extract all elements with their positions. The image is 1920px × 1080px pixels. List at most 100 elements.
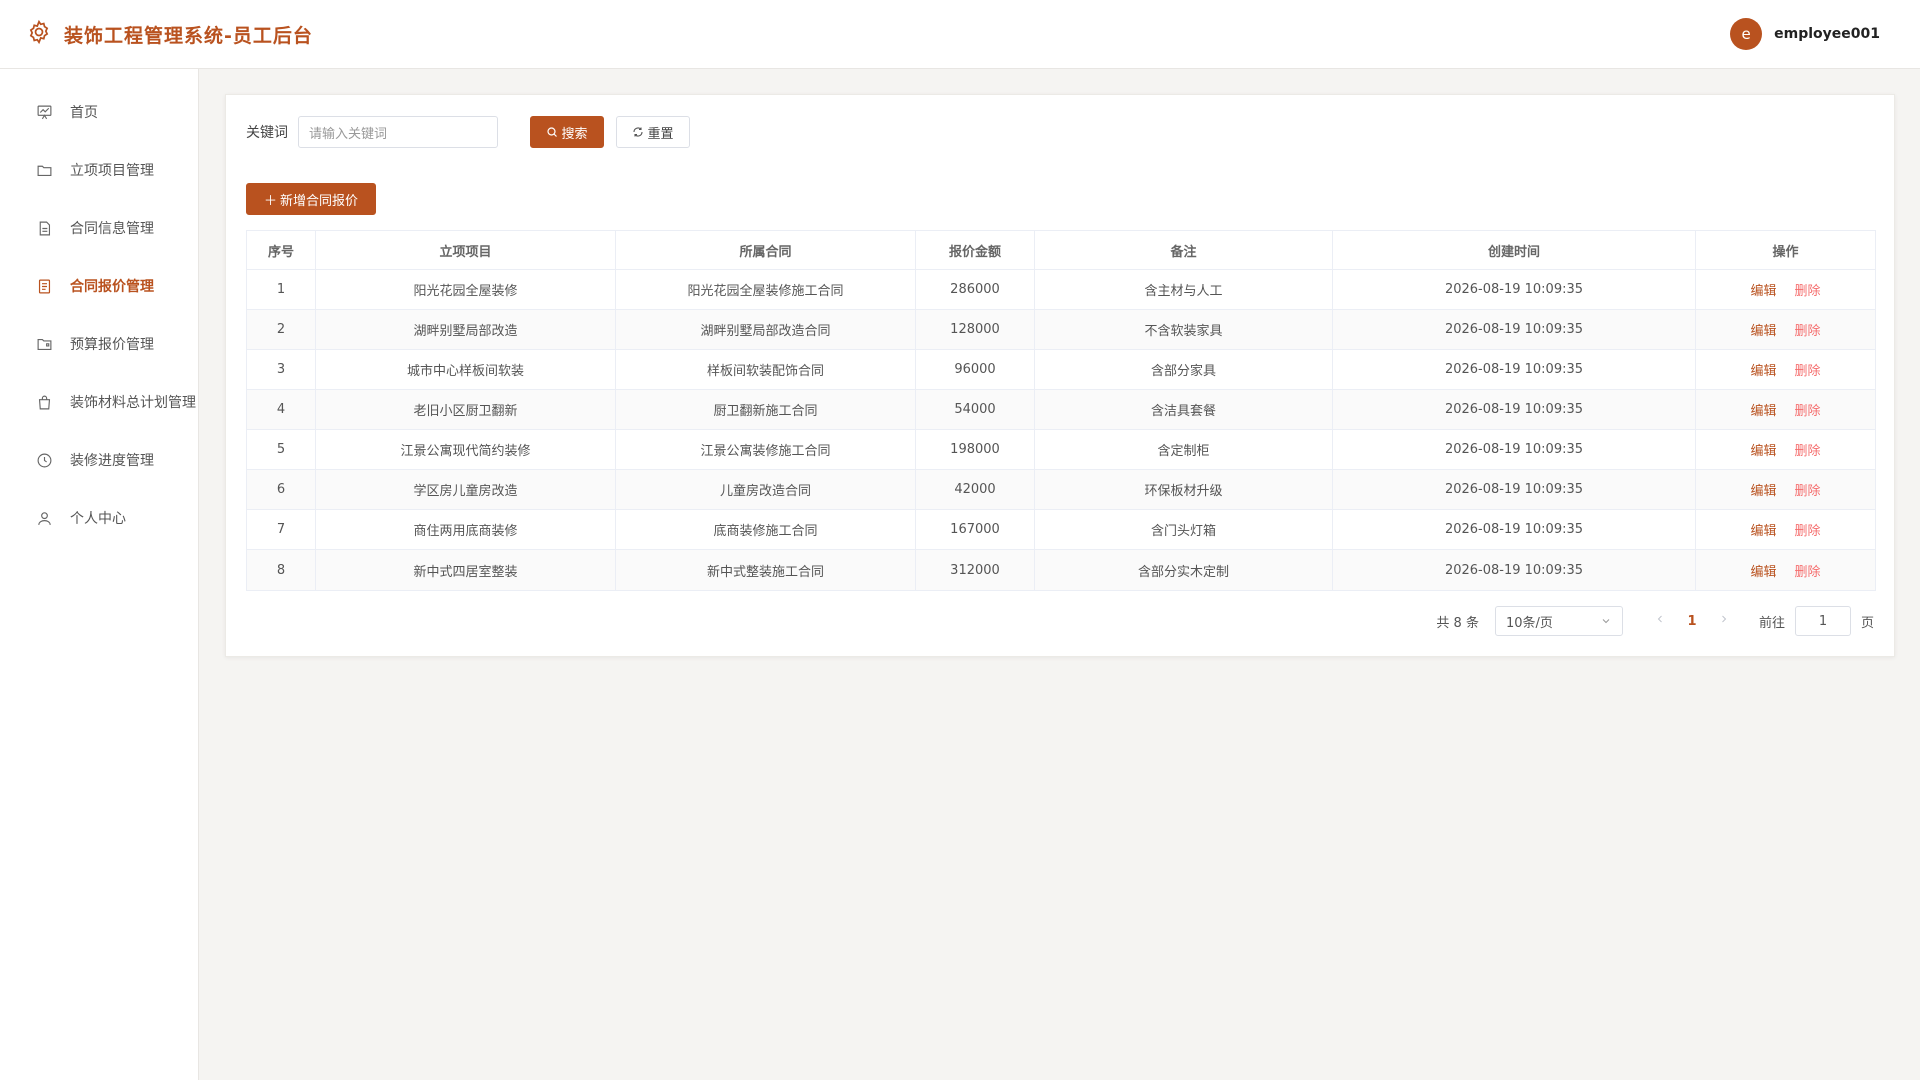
cell-remark: 含洁具套餐 [1035, 390, 1333, 429]
cell-no: 5 [247, 430, 316, 469]
chevron-down-icon [1602, 619, 1610, 624]
add-contract-quote-button[interactable]: ＋ 新增合同报价 [246, 183, 376, 215]
delete-button[interactable]: 删除 [1795, 360, 1821, 379]
chart-board-icon [35, 103, 53, 121]
shopping-bag-icon [35, 393, 53, 411]
cell-amount: 167000 [916, 510, 1035, 549]
edit-button[interactable]: 编辑 [1750, 561, 1776, 580]
cell-project: 湖畔别墅局部改造 [316, 310, 616, 349]
next-page-button[interactable] [1709, 613, 1739, 629]
user-menu[interactable]: e employee001 [1730, 18, 1880, 50]
cell-actions: 编辑 删除 [1696, 550, 1875, 590]
cell-amount: 128000 [916, 310, 1035, 349]
keyword-label: 关键词 [246, 125, 288, 141]
search-icon [547, 127, 558, 137]
user-icon [35, 509, 53, 527]
cell-amount: 96000 [916, 350, 1035, 389]
delete-button[interactable]: 删除 [1795, 320, 1821, 339]
delete-button[interactable]: 删除 [1795, 561, 1821, 580]
cell-project: 阳光花园全屋装修 [316, 270, 616, 309]
reset-button[interactable]: 重置 [616, 116, 690, 148]
sidebar-item-contracts[interactable]: 合同信息管理 [0, 199, 198, 257]
page-size-select[interactable]: 10条/页 [1494, 606, 1623, 636]
cell-contract: 江景公寓装修施工合同 [616, 430, 916, 469]
cell-created: 2026-08-19 10:09:35 [1333, 550, 1696, 590]
sidebar-item-label: 预算报价管理 [70, 337, 154, 353]
folder-icon [35, 161, 53, 179]
sidebar-item-label: 立项项目管理 [70, 163, 154, 179]
cell-no: 2 [247, 310, 316, 349]
cell-amount: 54000 [916, 390, 1035, 429]
document-icon [35, 219, 53, 237]
top-header: 装饰工程管理系统-员工后台 e employee001 [0, 0, 1920, 69]
app-title: 装饰工程管理系统-员工后台 [64, 24, 313, 47]
delete-button[interactable]: 删除 [1795, 520, 1821, 539]
cell-remark: 环保板材升级 [1035, 470, 1333, 509]
sidebar: 首页 立项项目管理 合同信息管理 合同报价管理 预算报价管理 装饰材料总计划管理 [0, 69, 199, 1080]
sidebar-item-budget-quotes[interactable]: 预算报价管理 [0, 315, 198, 373]
folder-open-icon [35, 335, 53, 353]
delete-button[interactable]: 删除 [1795, 440, 1821, 459]
cell-created: 2026-08-19 10:09:35 [1333, 350, 1696, 389]
edit-button[interactable]: 编辑 [1750, 400, 1776, 419]
quotes-table: 序号 立项项目 所属合同 报价金额 备注 创建时间 操作 1 阳光花园全屋装修 … [246, 230, 1876, 591]
cell-remark: 含门头灯箱 [1035, 510, 1333, 549]
cell-project: 城市中心样板间软装 [316, 350, 616, 389]
cell-project: 江景公寓现代简约装修 [316, 430, 616, 469]
cell-contract: 阳光花园全屋装修施工合同 [616, 270, 916, 309]
cell-created: 2026-08-19 10:09:35 [1333, 510, 1696, 549]
edit-button[interactable]: 编辑 [1750, 520, 1776, 539]
cell-contract: 样板间软装配饰合同 [616, 350, 916, 389]
refresh-icon [633, 127, 644, 137]
sidebar-item-label: 首页 [70, 105, 98, 121]
table-row: 7 商住两用底商装修 底商装修施工合同 167000 含门头灯箱 2026-08… [247, 510, 1875, 550]
cell-actions: 编辑 删除 [1696, 270, 1875, 309]
goto-page-input[interactable]: 1 [1794, 606, 1851, 636]
cell-no: 6 [247, 470, 316, 509]
sidebar-item-progress[interactable]: 装修进度管理 [0, 431, 198, 489]
edit-button[interactable]: 编辑 [1750, 320, 1776, 339]
prev-page-button[interactable] [1645, 613, 1675, 629]
column-header: 备注 [1035, 231, 1333, 269]
sidebar-item-home[interactable]: 首页 [0, 83, 198, 141]
page-size-value: 10条/页 [1505, 615, 1553, 631]
cell-amount: 42000 [916, 470, 1035, 509]
cell-project: 商住两用底商装修 [316, 510, 616, 549]
search-button[interactable]: 搜索 [530, 116, 604, 148]
keyword-input[interactable]: 请输入关键词 [298, 116, 498, 148]
column-header: 序号 [247, 231, 316, 269]
cell-no: 3 [247, 350, 316, 389]
page-number-current[interactable]: 1 [1675, 614, 1709, 629]
sidebar-item-projects[interactable]: 立项项目管理 [0, 141, 198, 199]
sidebar-item-label: 装修进度管理 [70, 453, 154, 469]
edit-button[interactable]: 编辑 [1750, 360, 1776, 379]
sidebar-item-contract-quotes[interactable]: 合同报价管理 [0, 257, 198, 315]
table-row: 1 阳光花园全屋装修 阳光花园全屋装修施工合同 286000 含主材与人工 20… [247, 270, 1875, 310]
sidebar-item-label: 合同信息管理 [70, 221, 154, 237]
table-header-row: 序号 立项项目 所属合同 报价金额 备注 创建时间 操作 [247, 231, 1875, 270]
cell-remark: 含定制柜 [1035, 430, 1333, 469]
search-bar: 关键词 请输入关键词 搜索 重置 [246, 115, 1874, 149]
table-row: 5 江景公寓现代简约装修 江景公寓装修施工合同 198000 含定制柜 2026… [247, 430, 1875, 470]
cell-remark: 含部分家具 [1035, 350, 1333, 389]
edit-button[interactable]: 编辑 [1750, 440, 1776, 459]
clock-icon [35, 451, 53, 469]
goto-label: 前往 [1758, 615, 1785, 631]
cell-created: 2026-08-19 10:09:35 [1333, 470, 1696, 509]
delete-button[interactable]: 删除 [1795, 400, 1821, 419]
column-header: 立项项目 [316, 231, 616, 269]
username[interactable]: employee001 [1774, 26, 1880, 42]
avatar[interactable]: e [1730, 18, 1763, 50]
delete-button[interactable]: 删除 [1795, 480, 1821, 499]
sidebar-item-material-plan[interactable]: 装饰材料总计划管理 [0, 373, 198, 431]
edit-button[interactable]: 编辑 [1750, 480, 1776, 499]
column-header: 创建时间 [1333, 231, 1696, 269]
cell-actions: 编辑 删除 [1696, 430, 1875, 469]
chevron-right-icon [1722, 615, 1727, 623]
cell-contract: 厨卫翻新施工合同 [616, 390, 916, 429]
sidebar-item-profile[interactable]: 个人中心 [0, 489, 198, 547]
edit-button[interactable]: 编辑 [1750, 280, 1776, 299]
cell-remark: 含部分实木定制 [1035, 550, 1333, 590]
delete-button[interactable]: 删除 [1795, 280, 1821, 299]
table-row: 6 学区房儿童房改造 儿童房改造合同 42000 环保板材升级 2026-08-… [247, 470, 1875, 510]
